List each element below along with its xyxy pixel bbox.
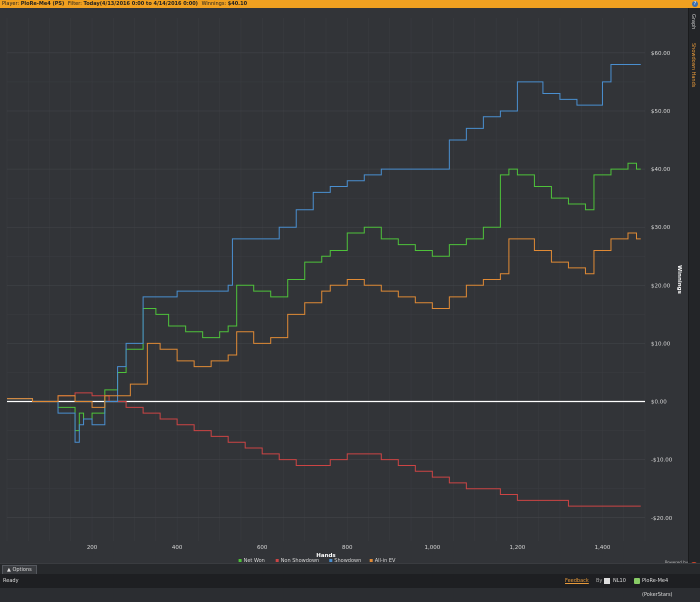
y-tick-label: $60.00 — [651, 51, 671, 57]
options-bar: ▲ Options — [0, 563, 700, 575]
legend-swatch — [369, 559, 373, 562]
player-label: Player: — [2, 1, 20, 7]
y-tick-label: $20.00 — [651, 283, 671, 289]
tab-graph[interactable]: Graph — [690, 14, 696, 29]
right-tab-strip: Graph Showdown Hands — [688, 8, 700, 563]
player-icon — [634, 578, 640, 584]
x-tick-label: 800 — [342, 545, 353, 551]
winnings-chart: 200 400 600 800 1,000 1,200 1,400 $60.00 $50.00 $… — [6, 18, 682, 563]
options-label: Options — [12, 567, 32, 573]
x-tick-label: 1,400 — [595, 545, 611, 551]
x-tick-label: 600 — [257, 545, 268, 551]
y-tick-label: -$20.00 — [651, 516, 673, 522]
filter-value[interactable]: Today(4/13/2016 0:00 to 4/14/2016 0:00) — [83, 1, 197, 7]
winnings-label: Winnings: — [201, 1, 227, 7]
limit-icon — [604, 578, 610, 584]
series-line-all-in-ev — [7, 232, 641, 408]
status-text: Ready — [3, 578, 19, 584]
status-bar: Ready Feedback By NL10 PloRe-Me4 (PokerS… — [0, 574, 700, 598]
series-line-non-showdown — [7, 392, 641, 507]
y-tick-label: -$10.00 — [651, 458, 673, 464]
legend-swatch — [275, 559, 279, 562]
legend-swatch — [238, 559, 242, 562]
tab-showdown-hands[interactable]: Showdown Hands — [690, 43, 696, 87]
filter-label: Filter: — [67, 1, 82, 7]
legend-swatch — [329, 559, 333, 562]
x-tick-label: 1,200 — [510, 545, 526, 551]
x-tick-label: 1,000 — [424, 545, 440, 551]
series-line-showdown — [7, 63, 641, 443]
help-icon[interactable]: ? — [692, 1, 698, 7]
y-tick-label: $0.00 — [651, 400, 667, 406]
limit-selector[interactable]: NL10 — [613, 574, 626, 588]
player-value[interactable]: PloRe-Me4 (PS) — [21, 1, 65, 7]
y-axis-label: Winnings — [676, 265, 682, 295]
x-tick-label: 200 — [87, 545, 98, 551]
y-tick-label: $40.00 — [651, 167, 671, 173]
y-tick-label: $30.00 — [651, 225, 671, 231]
player-selector[interactable]: PloRe-Me4 (PokerStars) — [642, 574, 700, 602]
y-tick-label: $50.00 — [651, 109, 671, 115]
top-info-bar: Player: PloRe-Me4 (PS) Filter: Today(4/1… — [0, 0, 700, 8]
x-tick-label: 400 — [172, 545, 183, 551]
winnings-value: $40.10 — [227, 1, 248, 7]
graph-panel: 200 400 600 800 1,000 1,200 1,400 $60.00 $50.00 $… — [0, 8, 688, 563]
series-line-net-won — [7, 162, 641, 432]
y-tick-label: $10.00 — [651, 341, 671, 347]
feedback-link[interactable]: Feedback — [565, 574, 589, 588]
by-label: By — [596, 578, 603, 584]
